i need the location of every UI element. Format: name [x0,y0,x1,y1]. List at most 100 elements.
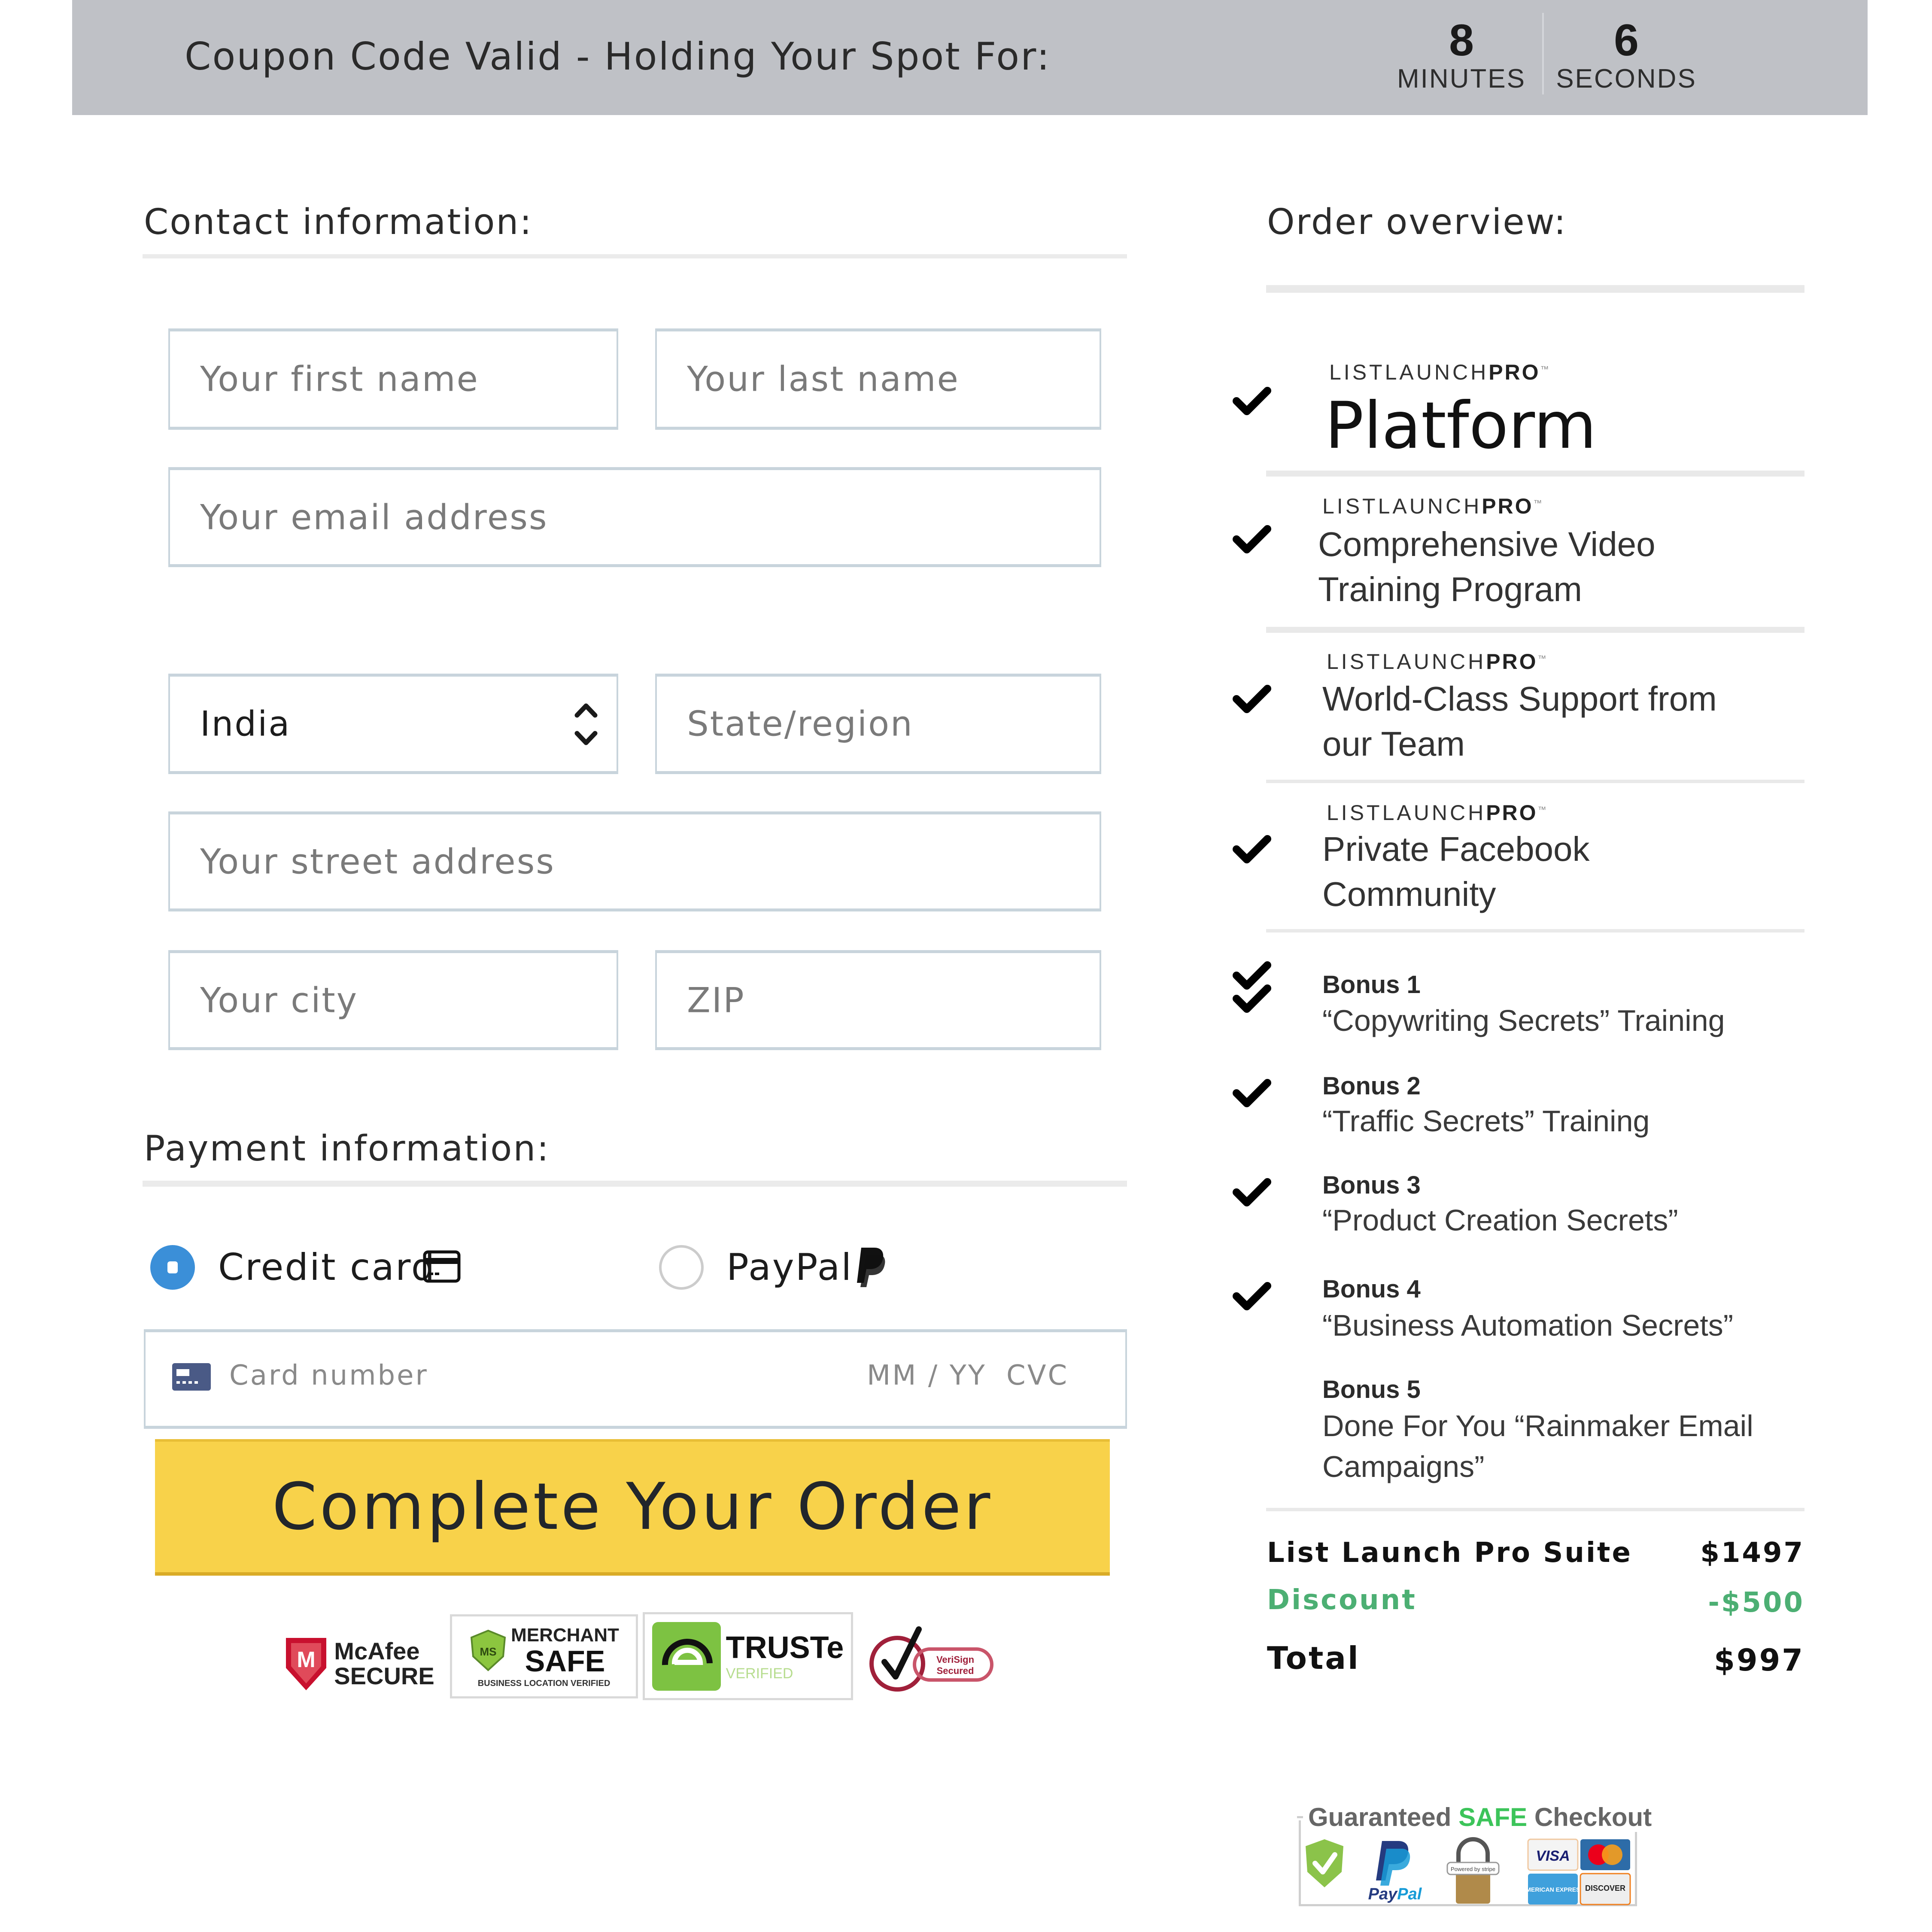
payment-divider [143,1181,1127,1187]
bonus-title: Bonus 3 [1322,1171,1421,1199]
stripe-lock-icon: Powered by stripe [1446,1837,1500,1904]
check-icon [1233,1178,1271,1206]
first-name-field[interactable]: Your first name [168,328,618,430]
select-updown-icon [574,703,598,745]
mcafee-secure-badge: M McAfee SECURE [281,1627,436,1700]
discount-value: -$500 [1708,1587,1804,1619]
city-placeholder: Your city [200,980,358,1020]
street-address-field[interactable]: Your street address [168,811,1101,911]
order-divider [1266,285,1804,293]
check-icon [1233,685,1271,713]
product-platform: Platform [1325,389,1597,463]
country-selected-value: India [200,704,291,744]
total-label: Total [1267,1640,1360,1676]
merchant-safe-line1: MERCHANT [511,1624,619,1646]
check-icon [1233,1079,1271,1107]
street-placeholder: Your street address [200,841,555,881]
card-cvc-placeholder[interactable]: CVC [1006,1360,1069,1391]
merchant-safe-line3: BUSINESS LOCATION VERIFIED [477,1678,611,1688]
check-icon [1233,835,1271,863]
state-field[interactable]: State/region [655,674,1101,774]
bonus-title: Bonus 5 [1322,1376,1421,1403]
email-placeholder: Your email address [200,497,548,537]
product-facebook-community: Private Facebook Community [1322,830,1590,913]
card-logos-icon: VISA AMERICAN EXPRESS DISCOVER [1527,1838,1631,1905]
truste-line1: TRUSTe [726,1631,844,1665]
discount-label: Discount [1267,1584,1417,1616]
merchant-safe-line2: SAFE [525,1644,605,1678]
country-select[interactable]: India [168,674,618,774]
safe-checkout-badge: Guaranteed SAFE Checkout PayPal Powered … [1297,1802,1654,1909]
product-brand: LISTLAUNCHPRO™ [1322,494,1545,518]
card-input-field[interactable]: Card number MM / YY CVC [144,1329,1127,1429]
shield-check-icon [1306,1839,1343,1887]
product-video-training: Comprehensive Video Training Program [1318,525,1656,608]
zip-field[interactable]: ZIP [655,950,1101,1050]
truste-line2: VERIFIED [726,1665,793,1682]
paypal-label[interactable]: PayPal [726,1246,853,1289]
mcafee-shield-icon: M [286,1638,327,1690]
credit-card-icon [423,1250,461,1283]
timer-minutes-value: 8 [1449,15,1474,65]
email-field[interactable]: Your email address [168,467,1101,567]
svg-text:DISCOVER: DISCOVER [1585,1884,1625,1893]
svg-text:VISA: VISA [1536,1848,1570,1864]
contact-heading: Contact information: [144,202,533,243]
card-number-placeholder[interactable]: Card number [229,1360,428,1391]
product-brand: LISTLAUNCHPRO™ [1327,801,1549,825]
card-expiry-placeholder[interactable]: MM / YY [867,1360,987,1391]
truste-badge: TRUSTe VERIFIED [643,1612,853,1700]
check-icon [1233,984,1271,1013]
product-divider [1266,627,1804,633]
last-name-placeholder: Your last name [687,359,960,399]
paypal-logo-icon: PayPal [1368,1841,1422,1903]
check-icon [1233,387,1271,415]
total-value: $997 [1714,1643,1804,1678]
paypal-radio[interactable] [659,1245,704,1290]
credit-card-radio[interactable] [150,1245,195,1290]
suite-label: List Launch Pro Suite [1267,1537,1632,1569]
first-name-placeholder: Your first name [200,359,479,399]
svg-text:Powered by stripe: Powered by stripe [1451,1866,1495,1872]
suite-price: $1497 [1700,1537,1804,1569]
svg-text:AMERICAN EXPRESS: AMERICAN EXPRESS [1527,1886,1584,1893]
bonus-title: Bonus 2 [1322,1072,1421,1100]
state-placeholder: State/region [687,704,914,744]
complete-order-button[interactable]: Complete Your Order [155,1439,1110,1576]
safe-checkout-title: Guaranteed SAFE Checkout [1306,1802,1654,1832]
mcafee-line1: McAfee [334,1637,420,1665]
truste-logo-icon [652,1622,721,1691]
summary-divider [1266,1508,1804,1511]
svg-text:PayPal: PayPal [1368,1885,1422,1903]
bonus-description: “Copywriting Secrets” Training [1322,1004,1725,1037]
timer-seconds-label: SECONDS [1556,64,1697,94]
product-divider [1266,471,1804,477]
verisign-line2: Secured [937,1665,974,1676]
credit-card-label[interactable]: Credit card [218,1246,436,1289]
product-divider [1266,780,1804,783]
bonus-title: Bonus 1 [1322,971,1421,999]
verisign-line1: VeriSign [936,1654,974,1665]
bonus-description: “Traffic Secrets” Training [1322,1104,1650,1138]
bonus-description: “Product Creation Secrets” [1322,1203,1678,1237]
complete-order-label: Complete Your Order [272,1470,993,1544]
product-brand: LISTLAUNCHPRO™ [1329,360,1552,384]
check-icon [1233,525,1271,553]
verisign-badge: VeriSign Secured [867,1621,996,1698]
merchant-safe-shield-icon: MS [470,1629,506,1671]
coupon-message: Coupon Code Valid - Holding Your Spot Fo… [185,34,1051,79]
product-support: World-Class Support from our Team [1322,680,1717,763]
zip-placeholder: ZIP [687,980,745,1020]
last-name-field[interactable]: Your last name [655,328,1101,430]
city-field[interactable]: Your city [168,950,618,1050]
merchant-safe-badge: MS MERCHANT SAFE BUSINESS LOCATION VERIF… [450,1614,638,1698]
svg-text:MS: MS [480,1645,497,1658]
order-heading: Order overview: [1267,202,1567,243]
card-brand-icon [172,1363,211,1391]
contact-divider [143,254,1127,258]
check-icon [1233,1282,1271,1310]
product-brand: LISTLAUNCHPRO™ [1327,650,1549,674]
timer-minutes-label: MINUTES [1397,64,1526,94]
bonus-description: “Business Automation Secrets” [1322,1309,1734,1342]
bonus-title: Bonus 4 [1322,1275,1421,1303]
